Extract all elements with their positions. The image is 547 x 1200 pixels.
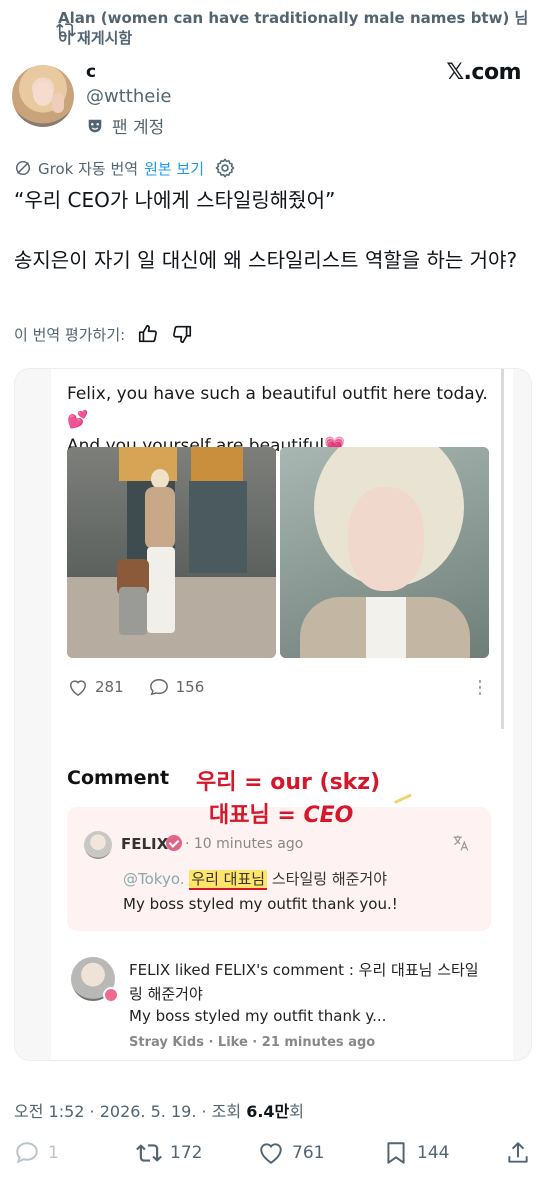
comment-time: · 10 minutes ago bbox=[185, 836, 304, 852]
theater-mask-icon bbox=[88, 119, 102, 132]
grok-icon bbox=[15, 160, 31, 176]
embedded-comment-stat: 156 bbox=[148, 677, 205, 697]
embedded-post: Felix, you have such a beautiful outfit … bbox=[51, 369, 513, 1060]
embedded-like-count: 281 bbox=[95, 678, 124, 696]
account-type-label: 팬 계정 bbox=[112, 118, 165, 138]
view-original-link[interactable]: 원본 보기 bbox=[144, 158, 204, 179]
thumbs-down-icon[interactable] bbox=[171, 323, 193, 345]
author-display-name[interactable]: c bbox=[86, 62, 96, 82]
timestamp-text: 오전 1:52 · 2026. 5. 19. · 조회 bbox=[14, 1102, 247, 1121]
repost-button[interactable]: 172 bbox=[136, 1140, 202, 1166]
notification-meta: Stray Kids · Like · 21 minutes ago bbox=[129, 1035, 376, 1050]
embedded-caption-line1: Felix, you have such a beautiful outfit … bbox=[67, 384, 488, 430]
fan-account-badge: 팬 계정 bbox=[86, 113, 164, 138]
annotation-our: 우리 = our (skz) bbox=[196, 770, 381, 795]
author-avatar[interactable] bbox=[12, 65, 74, 127]
heart-icon bbox=[260, 1143, 282, 1164]
embedded-post-stats: 281 156 bbox=[67, 677, 204, 697]
repost-label[interactable]: Alan (women can have traditionally male … bbox=[58, 8, 538, 48]
rate-translation-label: 이 번역 평가하기: bbox=[14, 325, 126, 344]
bookmark-icon bbox=[387, 1142, 405, 1164]
repost-count: 172 bbox=[170, 1143, 203, 1163]
reply-count: 1 bbox=[48, 1143, 59, 1163]
comment-author: FELIX bbox=[121, 835, 169, 853]
embedded-comment-count: 156 bbox=[175, 678, 205, 696]
reply-button[interactable]: 1 bbox=[14, 1140, 59, 1166]
comment-avatar bbox=[84, 831, 112, 859]
embedded-scrollbar bbox=[501, 369, 504, 729]
reply-icon bbox=[16, 1142, 38, 1164]
translate-icon bbox=[453, 835, 469, 851]
comment-english-text: My boss styled my outfit thank you.! bbox=[123, 895, 398, 913]
share-icon bbox=[508, 1142, 528, 1163]
heart-outline-icon bbox=[69, 680, 87, 697]
tweet-media-image[interactable]: Felix, you have such a beautiful outfit … bbox=[14, 368, 532, 1061]
more-options-icon: ⋮ bbox=[471, 677, 491, 698]
tweet-timestamp: 오전 1:52 · 2026. 5. 19. · 조회 6.4만회 bbox=[14, 1098, 304, 1122]
rate-translation-row: 이 번역 평가하기: bbox=[14, 323, 193, 345]
embedded-like-stat: 281 bbox=[67, 677, 124, 697]
bookmark-count: 144 bbox=[417, 1143, 450, 1163]
airport-photo bbox=[67, 447, 276, 658]
notification-translation: My boss styled my outfit thank y... bbox=[129, 1007, 387, 1025]
author-handle[interactable]: @wttheie bbox=[86, 86, 171, 107]
heart-badge-icon bbox=[103, 987, 119, 1003]
verified-badge-icon bbox=[166, 835, 182, 851]
repost-action-icon bbox=[136, 1144, 162, 1162]
comment-korean-text: @Tokyo. 우리 대표님 스타일링 해준거야 bbox=[123, 868, 388, 890]
grok-translation-label: Grok 자동 번역 bbox=[38, 159, 139, 178]
annotation-ceo-english: CEO bbox=[303, 803, 354, 828]
bookmark-button[interactable]: 144 bbox=[383, 1140, 449, 1166]
annotation-ceo-korean: 대표님 = bbox=[209, 803, 304, 828]
comment-mention: @Tokyo. bbox=[123, 870, 185, 888]
share-button[interactable] bbox=[505, 1140, 531, 1166]
comment-rest: 스타일링 해준거야 bbox=[267, 870, 388, 888]
view-count: 6.4만 bbox=[246, 1102, 290, 1121]
translation-row: Grok 자동 번역 원본 보기 bbox=[14, 157, 236, 179]
like-button[interactable]: 761 bbox=[258, 1140, 324, 1166]
like-count: 761 bbox=[292, 1143, 325, 1163]
thumbs-up-icon[interactable] bbox=[137, 323, 159, 345]
view-count-suffix: 회 bbox=[289, 1102, 304, 1121]
tweet-text: “우리 CEO가 나에게 스타일링해줬어” 송지은이 자기 일 대신에 왜 스타… bbox=[14, 188, 518, 272]
x-brand-logo: 𝕏.com bbox=[446, 60, 521, 85]
comment-bubble-icon bbox=[149, 678, 168, 696]
annotation-ceo: 대표님 = CEO bbox=[209, 797, 353, 829]
portrait-photo bbox=[280, 447, 489, 658]
action-bar: 1 172 761 144 bbox=[0, 1140, 547, 1180]
comment-heading: Comment bbox=[67, 767, 170, 789]
gear-icon[interactable] bbox=[214, 157, 236, 179]
comment-highlight: 우리 대표님 bbox=[189, 870, 268, 890]
notification-text: FELIX liked FELIX's comment : 우리 대표님 스타일… bbox=[129, 961, 479, 1003]
